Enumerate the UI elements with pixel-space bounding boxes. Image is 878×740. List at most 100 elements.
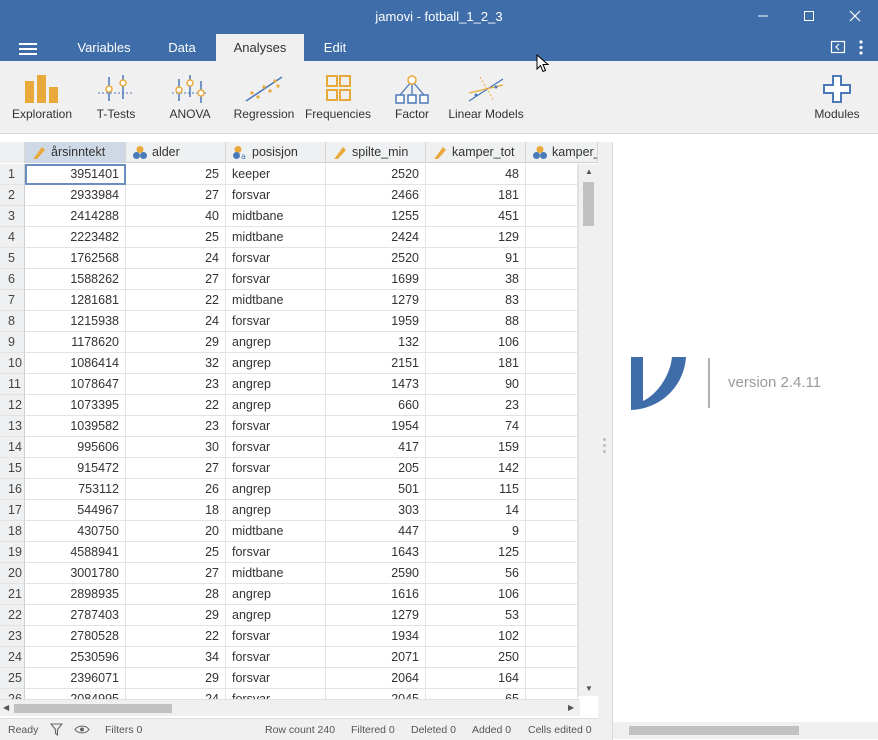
table-cell[interactable]: 2396071 [25, 668, 126, 689]
exploration-button[interactable]: Exploration [8, 61, 76, 134]
table-cell[interactable] [526, 248, 578, 269]
table-cell[interactable]: 106 [426, 584, 526, 605]
factor-button[interactable]: Factor [386, 61, 438, 134]
table-cell[interactable]: 53 [426, 605, 526, 626]
table-cell[interactable]: forsvar [226, 458, 326, 479]
table-cell[interactable]: forsvar [226, 416, 326, 437]
table-cell[interactable]: 32 [126, 353, 226, 374]
table-cell[interactable]: 142 [426, 458, 526, 479]
tab-data[interactable]: Data [154, 34, 210, 61]
table-cell[interactable]: forsvar [226, 647, 326, 668]
horizontal-scroll-thumb[interactable] [14, 704, 172, 713]
table-cell[interactable] [526, 353, 578, 374]
table-cell[interactable]: 106 [426, 332, 526, 353]
row-number[interactable]: 7 [0, 290, 25, 311]
table-cell[interactable]: 23 [126, 416, 226, 437]
tab-variables[interactable]: Variables [64, 34, 144, 61]
table-cell[interactable]: 18 [126, 500, 226, 521]
column-header-kamper[interactable]: kamper_ [526, 142, 598, 163]
table-cell[interactable]: 27 [126, 458, 226, 479]
table-cell[interactable]: 181 [426, 353, 526, 374]
table-cell[interactable] [526, 311, 578, 332]
table-cell[interactable]: forsvar [226, 311, 326, 332]
table-cell[interactable]: 115 [426, 479, 526, 500]
results-scroll-thumb[interactable] [629, 726, 799, 735]
table-cell[interactable]: 25 [126, 227, 226, 248]
table-cell[interactable]: 1588262 [25, 269, 126, 290]
table-cell[interactable]: 4588941 [25, 542, 126, 563]
row-number[interactable]: 6 [0, 269, 25, 290]
table-cell[interactable]: 125 [426, 542, 526, 563]
table-cell[interactable]: 2590 [326, 563, 426, 584]
more-options-icon[interactable] [857, 40, 865, 56]
table-cell[interactable]: 2933984 [25, 185, 126, 206]
table-cell[interactable]: 2780528 [25, 626, 126, 647]
table-cell[interactable] [526, 647, 578, 668]
table-cell[interactable]: midtbane [226, 290, 326, 311]
table-cell[interactable]: 1281681 [25, 290, 126, 311]
table-cell[interactable]: 2466 [326, 185, 426, 206]
table-cell[interactable]: 2898935 [25, 584, 126, 605]
table-cell[interactable]: 544967 [25, 500, 126, 521]
linear-models-button[interactable]: Linear Models [446, 61, 526, 134]
table-cell[interactable]: 1039582 [25, 416, 126, 437]
table-cell[interactable] [526, 269, 578, 290]
table-cell[interactable]: 2787403 [25, 605, 126, 626]
regression-button[interactable]: Regression [232, 61, 296, 134]
scroll-up-icon[interactable]: ▲ [585, 167, 593, 176]
table-cell[interactable]: angrep [226, 395, 326, 416]
table-cell[interactable]: 1255 [326, 206, 426, 227]
table-cell[interactable]: 22 [126, 626, 226, 647]
modules-button[interactable]: Modules [808, 61, 866, 134]
table-cell[interactable]: 1086414 [25, 353, 126, 374]
table-cell[interactable]: 451 [426, 206, 526, 227]
table-cell[interactable] [526, 626, 578, 647]
row-number[interactable]: 14 [0, 437, 25, 458]
table-cell[interactable]: 91 [426, 248, 526, 269]
hamburger-menu-icon[interactable] [19, 43, 37, 55]
row-number[interactable]: 5 [0, 248, 25, 269]
table-cell[interactable]: forsvar [226, 542, 326, 563]
table-cell[interactable]: forsvar [226, 437, 326, 458]
close-button[interactable] [832, 0, 878, 32]
column-header-posisjon[interactable]: a posisjon [226, 142, 326, 163]
horizontal-scrollbar[interactable]: ◀ ▶ [0, 699, 580, 716]
row-number[interactable]: 3 [0, 206, 25, 227]
row-number[interactable]: 13 [0, 416, 25, 437]
column-header-spilte-min[interactable]: spilte_min [326, 142, 426, 163]
anova-button[interactable]: ANOVA [160, 61, 220, 134]
maximize-button[interactable] [786, 0, 832, 32]
row-number[interactable]: 11 [0, 374, 25, 395]
corner-cell[interactable] [0, 142, 25, 163]
column-header-arsinntekt[interactable]: årsinntekt [25, 142, 126, 163]
table-cell[interactable]: forsvar [226, 185, 326, 206]
mode-toggle-icon[interactable] [830, 39, 846, 55]
table-cell[interactable]: 22 [126, 290, 226, 311]
table-cell[interactable]: 24 [126, 311, 226, 332]
table-cell[interactable] [526, 542, 578, 563]
drag-handle-icon[interactable] [603, 438, 607, 456]
scroll-down-icon[interactable]: ▼ [585, 684, 593, 693]
table-cell[interactable]: 915472 [25, 458, 126, 479]
table-cell[interactable]: 30 [126, 437, 226, 458]
row-number[interactable]: 23 [0, 626, 25, 647]
frequencies-button[interactable]: Frequencies [302, 61, 374, 134]
table-cell[interactable]: 23 [126, 374, 226, 395]
table-cell[interactable]: 164 [426, 668, 526, 689]
table-cell[interactable] [526, 521, 578, 542]
table-cell[interactable]: 753112 [25, 479, 126, 500]
table-cell[interactable]: 1078647 [25, 374, 126, 395]
table-cell[interactable] [526, 458, 578, 479]
row-number[interactable]: 4 [0, 227, 25, 248]
table-cell[interactable]: 1473 [326, 374, 426, 395]
table-cell[interactable] [526, 374, 578, 395]
row-number[interactable]: 20 [0, 563, 25, 584]
row-number[interactable]: 21 [0, 584, 25, 605]
table-cell[interactable]: midtbane [226, 563, 326, 584]
table-cell[interactable]: 132 [326, 332, 426, 353]
column-header-alder[interactable]: alder [126, 142, 226, 163]
table-cell[interactable]: 2424 [326, 227, 426, 248]
panel-splitter[interactable] [598, 142, 612, 740]
tab-edit[interactable]: Edit [310, 34, 360, 61]
table-cell[interactable]: 34 [126, 647, 226, 668]
